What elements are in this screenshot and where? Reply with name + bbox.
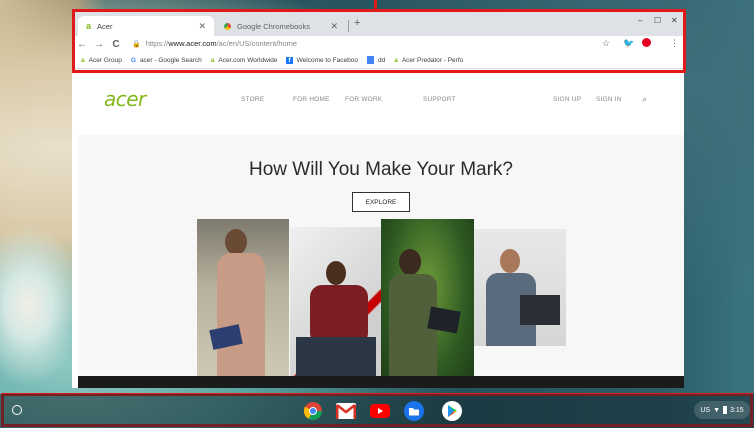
wifi-icon: ▼ <box>713 406 721 414</box>
chrome-icon[interactable] <box>302 400 324 422</box>
acer-icon: a <box>394 56 398 64</box>
acer-icon: a <box>210 56 215 64</box>
nav-for-home[interactable]: FOR HOME <box>293 96 330 103</box>
bookmark-label: Acer Predator - Perfo <box>401 56 464 64</box>
pinterest-extension-icon[interactable] <box>642 38 651 49</box>
tab-title: Google Chromebooks <box>237 21 310 31</box>
bookmark-item[interactable]: a Acer Group <box>81 57 122 64</box>
files-icon[interactable] <box>403 400 425 422</box>
bookmark-label: dd <box>377 56 386 64</box>
close-window-button[interactable]: ✕ <box>671 16 678 25</box>
locale-indicator: US <box>700 406 711 414</box>
bookmark-label: acer - Google Search <box>139 56 202 64</box>
back-button[interactable]: ← <box>75 39 89 50</box>
clock: 3:15 <box>730 406 744 414</box>
tab-separator <box>348 20 349 32</box>
web-page: acer STORE FOR HOME FOR WORK SUPPORT SIG… <box>78 69 684 388</box>
acer-icon: a <box>81 56 85 64</box>
forward-button[interactable]: → <box>92 39 106 50</box>
bookmark-item[interactable]: f Welcome to Faceboo <box>286 56 358 64</box>
reload-button[interactable]: C <box>109 39 123 50</box>
address-bar[interactable]: 🔒 https:// www.acer.com /ac/en/US/conten… <box>132 37 592 50</box>
bookmark-star-icon[interactable]: ☆ <box>602 38 610 49</box>
bookmark-item[interactable]: dd <box>366 56 386 64</box>
battery-icon <box>723 406 728 414</box>
acer-icon: a <box>86 21 92 31</box>
tab-google-chromebooks[interactable]: Google Chromebooks ✕ <box>216 16 346 36</box>
sign-up-link[interactable]: SIGN UP <box>553 96 581 103</box>
gmail-icon[interactable] <box>335 400 357 422</box>
close-icon[interactable]: ✕ <box>330 21 338 32</box>
tab-strip: a Acer ✕ Google Chromebooks ✕ + – ☐ ✕ <box>72 12 684 36</box>
page-bottom-bar <box>78 376 684 388</box>
play-store-icon[interactable] <box>441 400 463 422</box>
photo-man-convertible <box>474 229 566 346</box>
url-host: www.acer.com <box>168 39 217 48</box>
bookmarks-bar: a Acer Group G acer - Google Search a Ac… <box>72 52 684 69</box>
tab-acer[interactable]: a Acer ✕ <box>78 16 214 36</box>
chrome-icon <box>224 22 231 30</box>
facebook-icon: f <box>286 56 293 64</box>
shelf: US ▼ 3:15 <box>0 394 754 428</box>
acer-logo[interactable]: acer <box>104 87 146 111</box>
nav-store[interactable]: STORE <box>241 96 264 103</box>
browser-window: a Acer ✕ Google Chromebooks ✕ + – ☐ ✕ ← … <box>72 12 684 388</box>
explore-button[interactable]: EXPLORE <box>352 192 410 212</box>
url-path: /ac/en/US/content/home <box>216 39 298 48</box>
nav-support[interactable]: SUPPORT <box>423 96 456 103</box>
close-icon[interactable]: ✕ <box>198 21 206 32</box>
nav-for-work[interactable]: FOR WORK <box>345 96 382 103</box>
youtube-icon[interactable] <box>369 400 391 422</box>
bookmark-label: Welcome to Faceboo <box>296 56 358 64</box>
photo-woman-laptop <box>197 219 289 388</box>
lock-icon: 🔒 <box>132 40 141 48</box>
bookmark-label: Acer.com Worldwide <box>218 56 278 64</box>
search-icon[interactable]: ⌕ <box>642 94 647 105</box>
bookmark-item[interactable]: G acer - Google Search <box>131 57 202 64</box>
tab-title: Acer <box>97 21 113 31</box>
bookmark-item[interactable]: a Acer.com Worldwide <box>211 57 278 64</box>
doc-icon <box>366 56 374 64</box>
new-tab-button[interactable]: + <box>354 17 360 29</box>
maximize-button[interactable]: ☐ <box>654 16 661 25</box>
bookmark-label: Acer Group <box>88 56 122 64</box>
twitter-extension-icon[interactable]: 🐦 <box>623 38 634 49</box>
browser-menu-icon[interactable]: ⋮ <box>670 38 679 49</box>
highlight-pointer <box>374 0 377 9</box>
hero-title: How Will You Make Your Mark? <box>248 159 513 180</box>
url-scheme: https:// <box>145 39 169 48</box>
site-header: acer STORE FOR HOME FOR WORK SUPPORT SIG… <box>78 69 684 135</box>
status-tray[interactable]: US ▼ 3:15 <box>694 401 750 419</box>
launcher-button[interactable] <box>12 405 22 415</box>
browser-toolbar: ← → C 🔒 https:// www.acer.com /ac/en/US/… <box>72 36 684 52</box>
photo-man-tablet <box>381 219 474 388</box>
sign-in-link[interactable]: SIGN IN <box>596 96 622 103</box>
bookmark-item[interactable]: a Acer Predator - Perfo <box>394 57 463 64</box>
minimize-button[interactable]: – <box>638 16 642 25</box>
photo-man-laptop <box>290 227 382 388</box>
google-icon: G <box>130 56 136 64</box>
